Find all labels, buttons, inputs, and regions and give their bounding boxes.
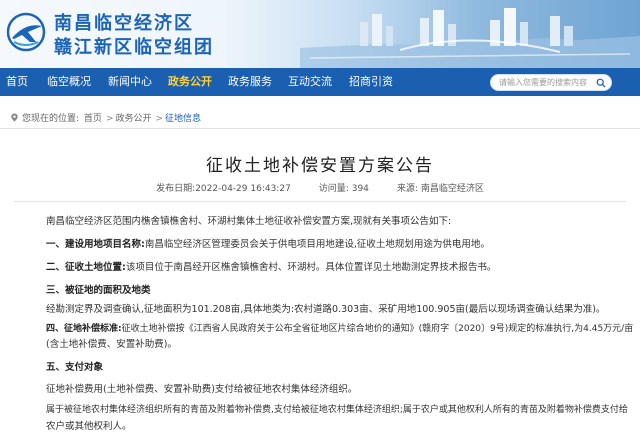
nav-item-home[interactable]: 首页 <box>6 68 28 96</box>
section-6-body-cont: 农户或其他权利人。 <box>46 421 132 432</box>
section-6-body: 属于被征地农村集体经济组织所有的青苗及附着物补偿费,支付给被征地农村集体经济组织… <box>46 405 628 415</box>
airport-logo-icon <box>6 12 46 52</box>
section-4-body-cont: (含土地补偿费、安置补助费)。 <box>46 339 177 350</box>
breadcrumb-item-government-affairs[interactable]: 政务公开 <box>115 114 151 124</box>
divider <box>14 201 626 202</box>
views-label: 访问量: <box>318 184 349 194</box>
section-5-body: 征地补偿费用(土地补偿费、安置补助费)支付给被征地农村集体经济组织。 <box>46 384 358 395</box>
breadcrumb-item-land-info[interactable]: 征地信息 <box>165 114 201 124</box>
breadcrumb-separator: > <box>105 114 114 124</box>
section-1-heading: 一、建设用地项目名称: <box>46 239 145 250</box>
nav-item-overview[interactable]: 临空概况 <box>47 68 91 96</box>
header-banner: 南昌临空经济区 赣江新区临空组团 <box>0 0 640 68</box>
search-box <box>490 74 612 91</box>
section-4-heading: 四、征地补偿标准: <box>46 324 122 334</box>
article-title: 征收土地补偿安置方案公告 <box>206 156 434 176</box>
nav-item-interaction[interactable]: 互动交流 <box>288 68 332 96</box>
section-2-body: 该项目位于南昌经开区樵舍镇樵舍村、环湖村。具体位置详见土地勘测定界技术报告书。 <box>125 262 497 273</box>
views-count: 394 <box>351 184 369 194</box>
search-icon[interactable] <box>596 78 606 88</box>
source-value: 南昌临空经济区 <box>420 184 484 194</box>
breadcrumb-bar: 您现在的位置: 首页 > 政务公开 > 征地信息 <box>0 107 640 129</box>
location-pin-icon <box>11 113 18 122</box>
section-3-heading: 三、被征地的面积及地类 <box>46 285 151 296</box>
breadcrumb-prefix: 您现在的位置: <box>22 114 80 124</box>
section-1: 一、建设用地项目名称:南昌临空经济区管理委员会关于供电项目用地建设,征收土地规划… <box>46 238 490 251</box>
section-4-body: 征收土地补偿按《江西省人民政府关于公布全省征地区片综合地价的通知》(赣府字〔20… <box>121 324 634 334</box>
publish-date-label: 发布日期: <box>156 184 196 194</box>
source-label: 来源: <box>396 184 418 194</box>
section-1-body: 南昌临空经济区管理委员会关于供电项目用地建设,征收土地规划用途为供电用地。 <box>144 239 490 250</box>
section-3-body: 经勘测定界及调查确认,征地面积为101.208亩,具体地类为:农村道路0.303… <box>46 304 606 315</box>
article-meta: 发布日期:2022-04-29 16:43:27 访问量: 394 来源: 南昌临空… <box>0 181 640 194</box>
nav-item-government-affairs[interactable]: 政务公开 <box>168 68 212 96</box>
section-4: 四、征地补偿标准:征收土地补偿按《江西省人民政府关于公布全省征地区片综合地价的通… <box>46 323 633 336</box>
nav-item-news[interactable]: 新闻中心 <box>108 68 152 96</box>
publish-date: 2022-04-29 16:43:27 <box>195 184 291 194</box>
section-2-heading: 二、征收土地位置: <box>46 262 126 273</box>
breadcrumb-separator: > <box>155 114 164 124</box>
section-2: 二、征收土地位置:该项目位于南昌经开区樵舍镇樵舍村、环湖村。具体位置详见土地勘测… <box>46 261 496 274</box>
search-input[interactable] <box>499 76 597 89</box>
intro-paragraph: 南昌临空经济区范围内樵舍镇樵舍村、环湖村集体土地征收补偿安置方案,现就有关事项公… <box>46 216 452 227</box>
site-title-line1: 南昌临空经济区 <box>54 13 194 34</box>
city-skyline-illustration <box>300 8 640 68</box>
section-5-heading: 五、支付对象 <box>46 362 104 373</box>
breadcrumb-item-home[interactable]: 首页 <box>84 114 102 124</box>
breadcrumb: 您现在的位置: 首页 > 政务公开 > 征地信息 <box>10 111 203 124</box>
main-nav: 首页 临空概况 新闻中心 政务公开 政务服务 互动交流 招商引资 <box>0 68 640 96</box>
nav-item-investment[interactable]: 招商引资 <box>349 68 393 96</box>
site-title-line2: 赣江新区临空组团 <box>54 37 214 58</box>
nav-item-services[interactable]: 政务服务 <box>228 68 272 96</box>
